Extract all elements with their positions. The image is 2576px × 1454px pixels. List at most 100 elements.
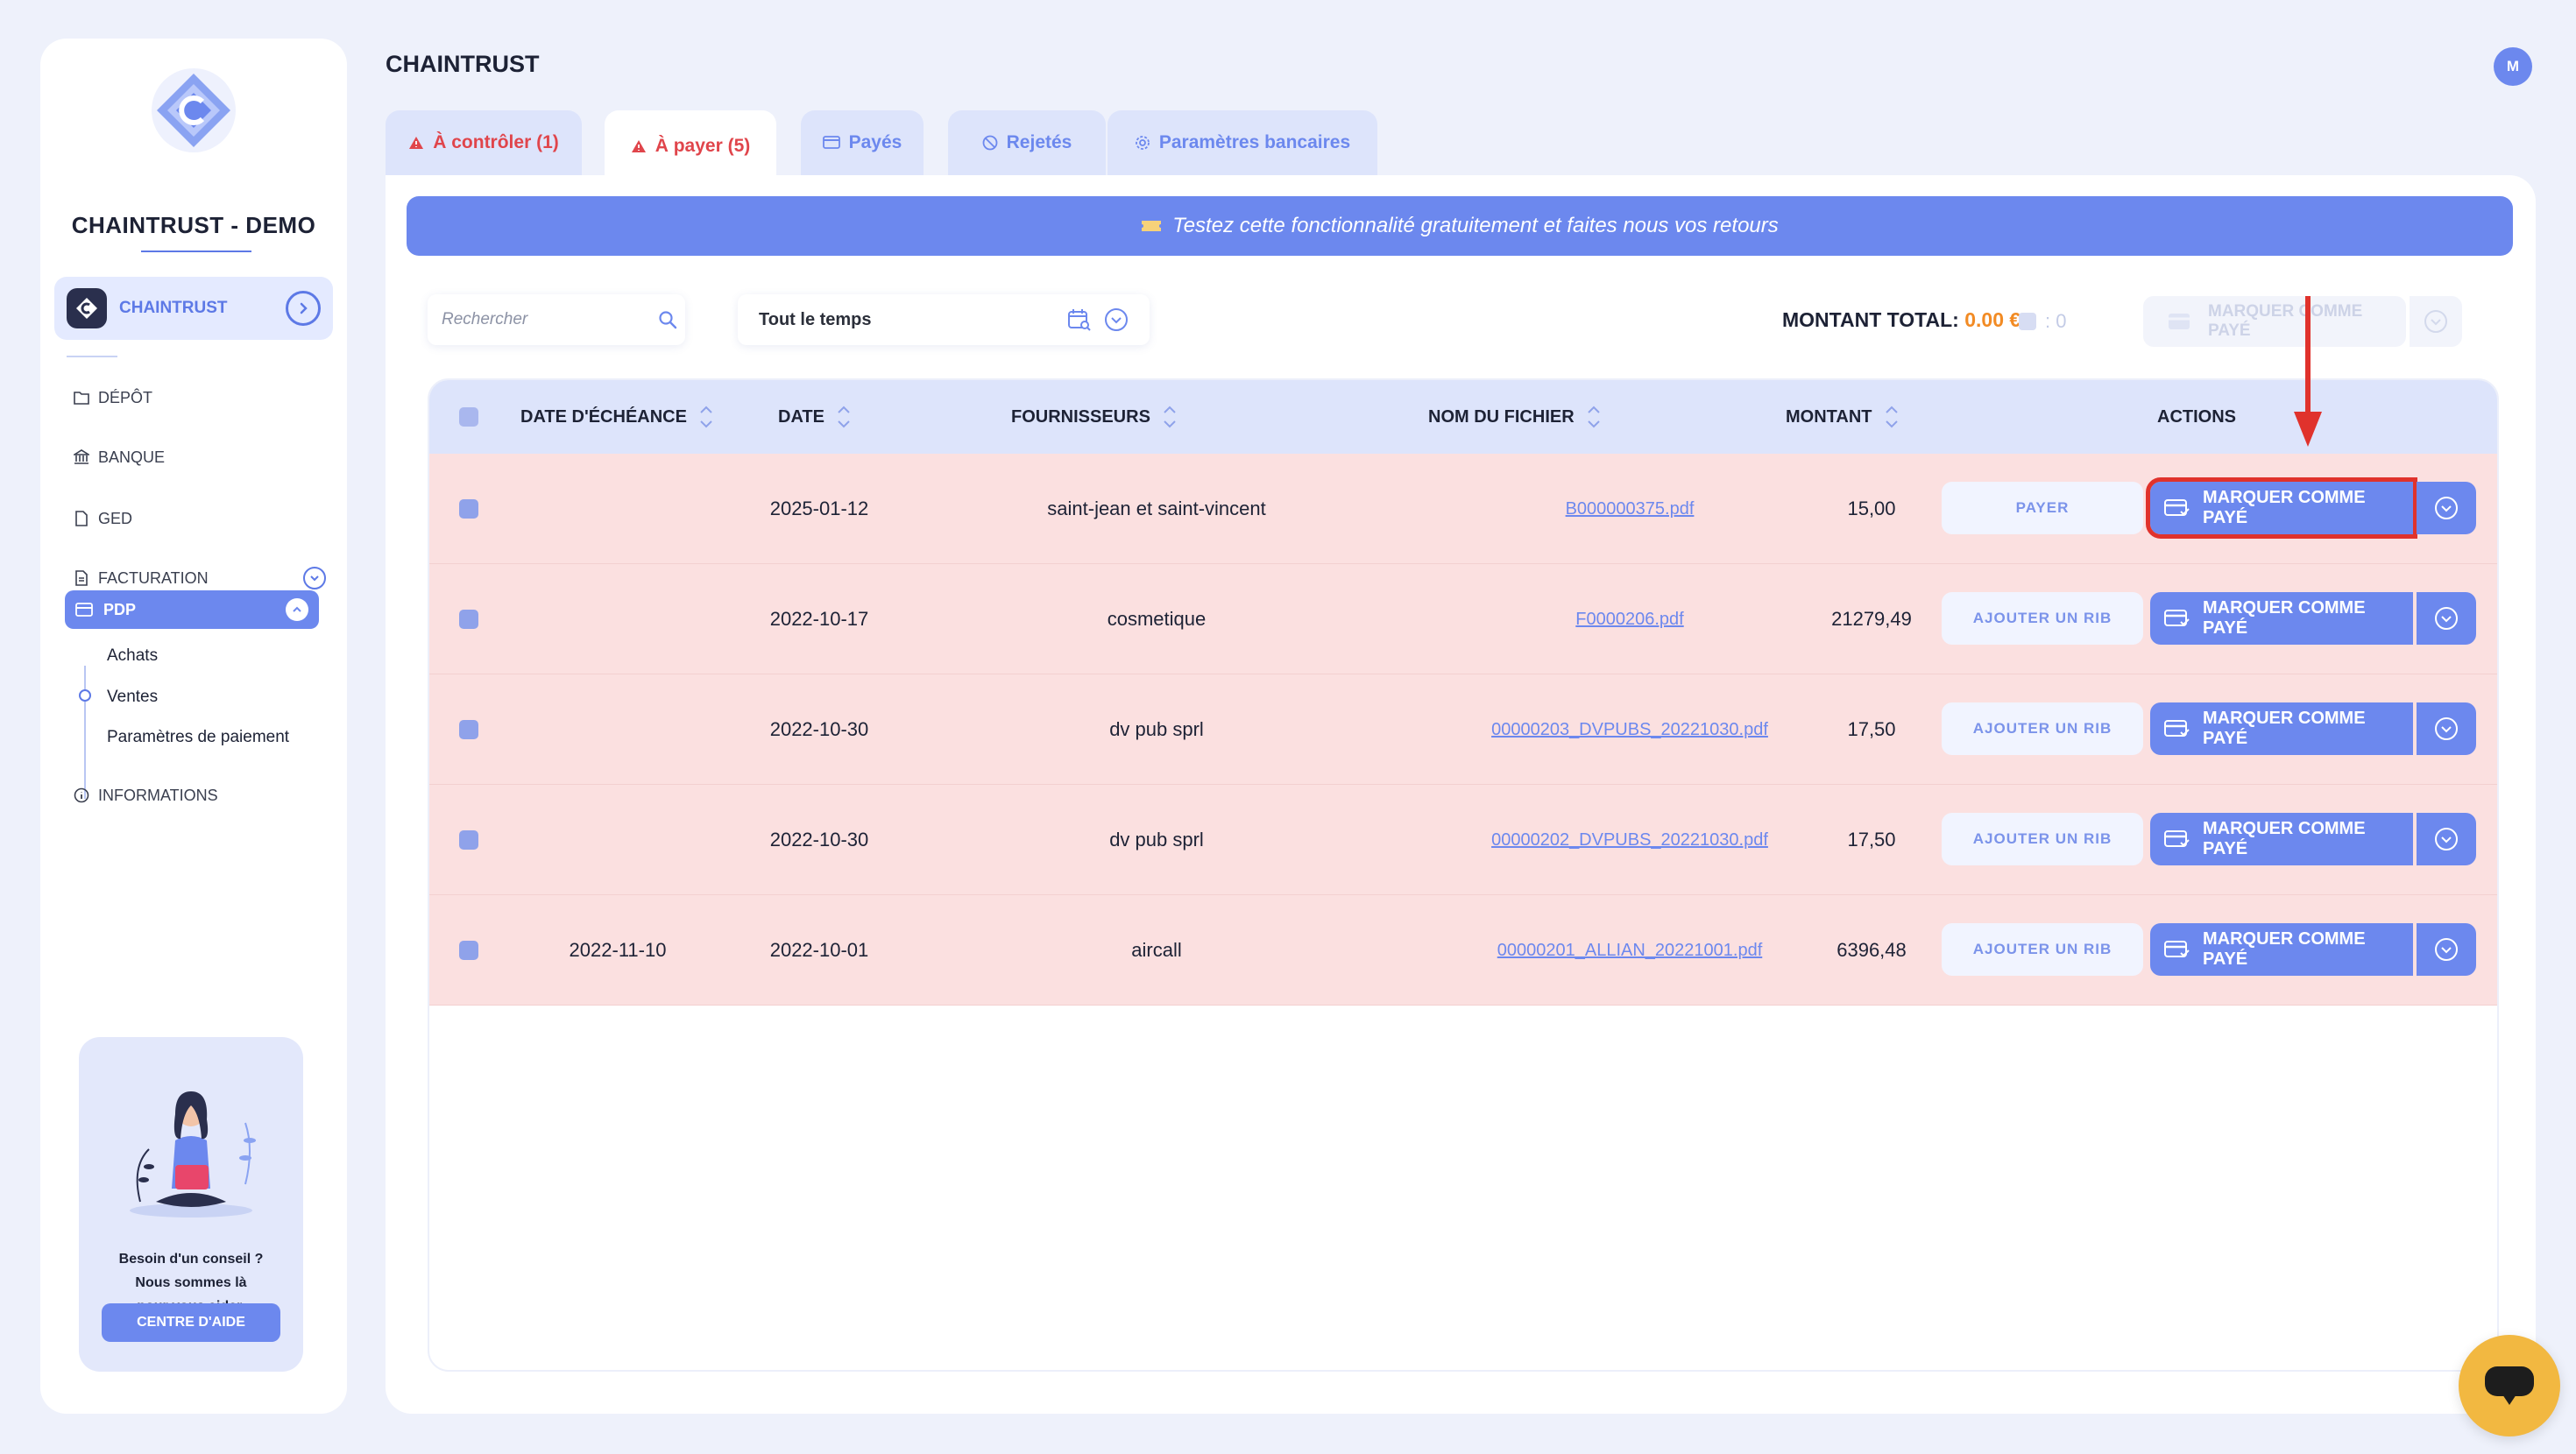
mark-paid-button[interactable]: MARQUER COMME PAYÉ [2146,477,2417,539]
sort-icon[interactable] [1587,406,1601,428]
cell-file: F0000206.pdf [1393,564,1866,674]
checkbox-icon [2019,313,2036,330]
pay-button[interactable]: PAYER [1942,482,2143,534]
mark-paid-label: MARQUER COMME PAYÉ [2203,819,2366,858]
cell-amount: 6396,48 [1836,939,1907,961]
col-date-echeance[interactable]: DATE D'ÉCHÉANCE [520,380,713,454]
file-link[interactable]: B000000375.pdf [1566,499,1695,519]
gear-icon [1135,135,1150,151]
add-rib-button[interactable]: AJOUTER UN RIB [1942,702,2143,755]
col-fournisseurs[interactable]: FOURNISSEURS [1011,380,1177,454]
nav-ged[interactable]: GED [72,503,326,534]
cell-file: 00000201_ALLIAN_20221001.pdf [1393,895,1866,1006]
checkbox[interactable] [459,407,478,427]
search-input[interactable] [442,310,658,329]
tab-a-payer[interactable]: À payer (5) [605,110,776,182]
calendar-search-icon[interactable] [1067,307,1092,332]
row-checkbox[interactable] [459,564,478,674]
chevron-right-icon[interactable] [286,291,321,326]
nav-label: GED [98,509,133,527]
col-actions: ACTIONS [2157,380,2236,454]
col-label: FOURNISSEURS [1011,406,1150,427]
chat-button[interactable] [2459,1335,2560,1436]
col-date[interactable]: DATE [778,380,851,454]
nav-informations[interactable]: INFORMATIONS [72,780,326,811]
tab-rejetes[interactable]: Rejetés [948,110,1106,175]
sort-icon[interactable] [837,406,851,428]
checkbox[interactable] [459,499,478,519]
submenu-parametres-paiement[interactable]: Paramètres de paiement [107,728,289,747]
mark-paid-label: MARQUER COMME PAYÉ [2203,709,2366,748]
row-checkbox[interactable] [459,895,478,1006]
submenu-achats[interactable]: Achats [107,646,158,666]
main-panel: Testez cette fonctionnalité gratuitement… [386,175,2536,1414]
table-row: 2022-10-17 cosmetique F0000206.pdf 21279… [429,564,2497,674]
row-checkbox[interactable] [459,674,478,785]
row-options-chevron[interactable] [2417,923,2476,976]
add-rib-button[interactable]: AJOUTER UN RIB [1942,592,2143,645]
select-all-checkbox[interactable] [459,380,478,454]
checkbox[interactable] [459,720,478,739]
help-line: Nous sommes là [135,1275,247,1290]
file-link[interactable]: F0000206.pdf [1575,610,1683,630]
search-box[interactable] [428,294,685,345]
add-rib-button[interactable]: AJOUTER UN RIB [1942,813,2143,865]
chevron-down-icon[interactable] [303,567,326,589]
bulk-mark-paid-button[interactable]: MARQUER COMME PAYÉ [2143,296,2406,347]
checkbox[interactable] [459,610,478,629]
submenu-ventes[interactable]: Ventes [107,688,158,707]
nav-banque[interactable]: BANQUE [72,441,326,473]
cell-date: 2022-10-30 [769,718,869,740]
row-checkbox[interactable] [459,454,478,564]
cell-file: B000000375.pdf [1393,454,1866,564]
divider [67,356,117,357]
tab-label: À payer (5) [655,136,751,156]
ticket-icon [1141,219,1162,233]
file-link[interactable]: 00000202_DVPUBS_20221030.pdf [1491,830,1768,851]
checkbox[interactable] [459,830,478,850]
avatar[interactable]: M [2494,47,2532,86]
nav-pdp[interactable]: PDP [65,590,319,629]
row-options-chevron[interactable] [2417,813,2476,865]
mark-paid-button[interactable]: MARQUER COMME PAYÉ [2150,923,2413,976]
sort-icon[interactable] [1163,406,1177,428]
checkbox[interactable] [459,941,478,960]
nav-facturation[interactable]: FACTURATION [72,562,326,594]
sort-icon[interactable] [1885,406,1899,428]
nav-depot[interactable]: DÉPÔT [72,382,326,413]
cell-date: 2025-01-12 [769,498,869,519]
mark-paid-button[interactable]: MARQUER COMME PAYÉ [2150,702,2413,755]
row-options-chevron[interactable] [2417,482,2476,534]
chevron-down-icon[interactable] [1104,307,1129,332]
help-center-button[interactable]: CENTRE D'AIDE [102,1303,280,1342]
mark-paid-button[interactable]: MARQUER COMME PAYÉ [2150,592,2413,645]
cell-supplier: aircall [1131,939,1182,961]
row-checkbox[interactable] [459,785,478,895]
org-logo-icon [67,288,107,328]
total-value: 0.00 € [1964,308,2021,331]
invoice-icon [72,568,91,588]
tab-a-controler[interactable]: À contrôler (1) [386,110,582,175]
chevron-up-icon[interactable] [286,598,308,621]
col-nom-fichier[interactable]: NOM DU FICHIER [1428,380,1601,454]
banner-text: Testez cette fonctionnalité gratuitement… [1172,214,1779,237]
row-options-chevron[interactable] [2417,592,2476,645]
table-row: 2022-10-30 dv pub sprl 00000203_DVPUBS_2… [429,674,2497,785]
add-rib-button[interactable]: AJOUTER UN RIB [1942,923,2143,976]
tab-payes[interactable]: Payés [801,110,924,175]
org-switcher[interactable]: CHAINTRUST [54,277,333,340]
period-select[interactable]: Tout le temps [738,294,1150,345]
file-link[interactable]: 00000203_DVPUBS_20221030.pdf [1491,720,1768,740]
file-link[interactable]: 00000201_ALLIAN_20221001.pdf [1497,941,1763,961]
cell-date: 2022-10-30 [769,829,869,851]
col-label: NOM DU FICHIER [1428,406,1575,427]
nav-label: BANQUE [98,448,166,466]
col-montant[interactable]: MONTANT [1786,380,1899,454]
mark-paid-button[interactable]: MARQUER COMME PAYÉ [2150,813,2413,865]
search-icon[interactable] [658,310,677,329]
bulk-options-chevron[interactable] [2410,296,2462,347]
chaintrust-logo[interactable] [150,67,237,154]
row-options-chevron[interactable] [2417,702,2476,755]
sort-icon[interactable] [699,406,713,428]
tab-parametres-bancaires[interactable]: Paramètres bancaires [1108,110,1377,175]
